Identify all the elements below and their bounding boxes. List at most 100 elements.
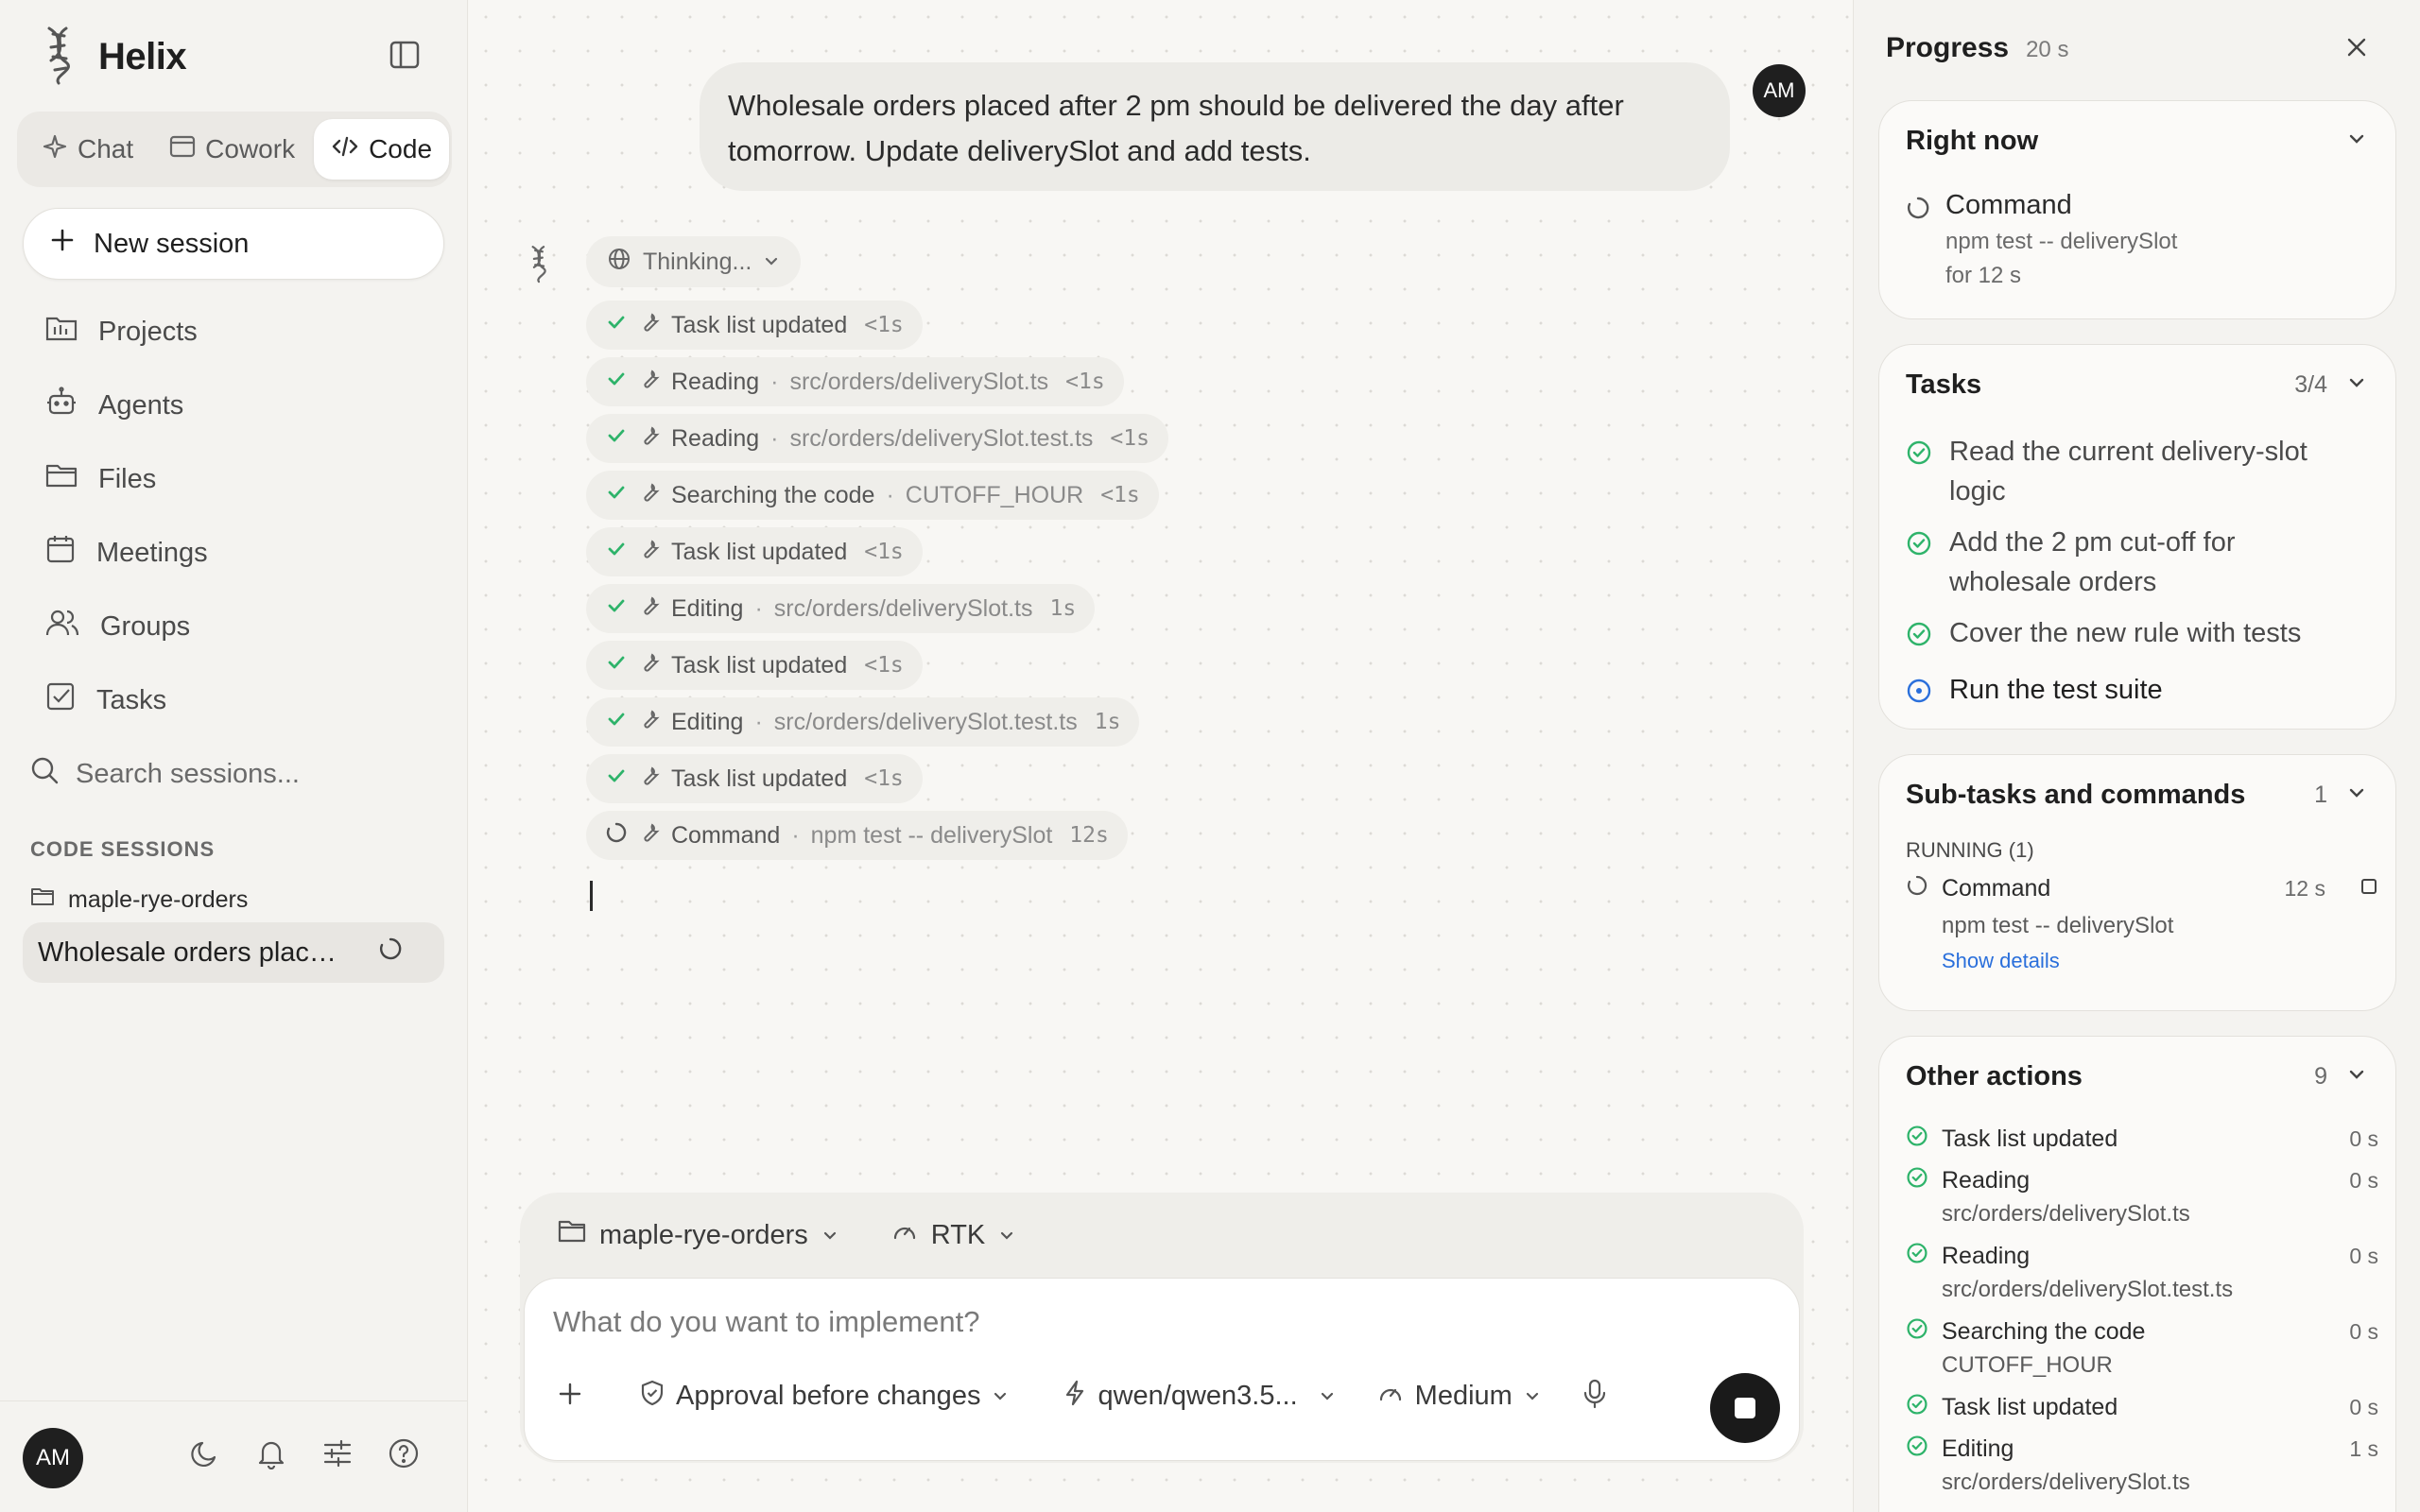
tab-label: Code bbox=[369, 134, 433, 163]
action-path: src/orders/deliverySlot.ts bbox=[1942, 1201, 2190, 1227]
wrench-icon bbox=[639, 312, 660, 339]
gauge-icon bbox=[1377, 1381, 1404, 1413]
stop-button[interactable] bbox=[1710, 1373, 1780, 1443]
stop-icon bbox=[1735, 1398, 1755, 1418]
current-activity-title: Command bbox=[1945, 190, 2072, 220]
card-title: Other actions bbox=[1906, 1061, 2083, 1091]
brand[interactable]: Helix bbox=[38, 25, 187, 90]
text-cursor bbox=[590, 881, 593, 911]
step-action: Editing bbox=[671, 708, 744, 735]
wrench-icon bbox=[639, 425, 660, 453]
action-duration: 0 s bbox=[2349, 1318, 2378, 1344]
wrench-icon bbox=[639, 369, 660, 396]
tool-step[interactable]: Editing · src/orders/deliverySlot.test.t… bbox=[586, 697, 1140, 747]
attach-plus-icon[interactable] bbox=[557, 1381, 583, 1412]
microphone-icon[interactable] bbox=[1582, 1379, 1607, 1414]
card-title: Sub-tasks and commands bbox=[1906, 780, 2246, 810]
tool-steps: Task list updated <1s Reading · src/orde… bbox=[586, 301, 1168, 868]
sidebar-item-files[interactable]: Files bbox=[23, 442, 444, 516]
step-duration: 1s bbox=[1049, 596, 1077, 621]
stop-square-icon[interactable] bbox=[2360, 875, 2378, 902]
mode-selector[interactable]: RTK bbox=[891, 1219, 1015, 1251]
step-duration: <1s bbox=[1110, 426, 1150, 451]
approval-selector[interactable]: Approval before changes bbox=[640, 1380, 1009, 1414]
show-details-link[interactable]: Show details bbox=[1942, 949, 2060, 973]
chevron-down-icon bbox=[2346, 1064, 2367, 1090]
prompt-input[interactable] bbox=[553, 1305, 1687, 1339]
current-command: npm test -- deliverySlot bbox=[1945, 229, 2178, 254]
bell-icon[interactable] bbox=[255, 1437, 287, 1474]
sidebar-item-agents[interactable]: Agents bbox=[23, 369, 444, 442]
sidebar-item-tasks[interactable]: Tasks bbox=[23, 663, 444, 737]
check-circle-icon bbox=[1906, 1166, 1928, 1195]
close-icon[interactable] bbox=[2345, 36, 2368, 63]
step-action: Searching the code bbox=[671, 481, 875, 508]
task-item: Read the current delivery-slot logic bbox=[1906, 432, 2360, 511]
sidebar-item-meetings[interactable]: Meetings bbox=[23, 516, 444, 590]
tab-label: Chat bbox=[78, 134, 134, 163]
session-item-active[interactable]: Wholesale orders placed after 2 pm shoul… bbox=[23, 922, 444, 983]
collapse-sidebar-button[interactable] bbox=[388, 38, 422, 72]
spinner-icon bbox=[1906, 196, 1930, 293]
app-name: Helix bbox=[98, 36, 187, 77]
tool-step[interactable]: Task list updated <1s bbox=[586, 527, 923, 576]
chevron-down-icon bbox=[1524, 1381, 1541, 1412]
search-sessions[interactable]: Search sessions... bbox=[30, 756, 300, 792]
chevron-down-icon bbox=[1319, 1381, 1336, 1412]
tool-step[interactable]: Task list updated <1s bbox=[586, 641, 923, 690]
new-session-button[interactable]: New session bbox=[23, 208, 444, 280]
sidebar-item-groups[interactable]: Groups bbox=[23, 590, 444, 663]
card-title: Tasks bbox=[1906, 369, 1982, 400]
sidebar-item-label: Files bbox=[98, 463, 157, 494]
action-label: Editing bbox=[1942, 1435, 2014, 1462]
sidebar-item-label: Tasks bbox=[96, 684, 167, 715]
globe-icon bbox=[607, 247, 631, 278]
model-selector[interactable]: qwen/qwen3.5... bbox=[1063, 1380, 1335, 1414]
help-icon[interactable] bbox=[388, 1437, 420, 1474]
tool-step-running[interactable]: Command · npm test -- deliverySlot 12s bbox=[586, 811, 1128, 860]
current-duration: for 12 s bbox=[1945, 263, 2022, 288]
chevron-down-icon bbox=[763, 249, 780, 276]
tab-code[interactable]: Code bbox=[314, 119, 450, 180]
step-path: CUTOFF_HOUR bbox=[905, 481, 1084, 508]
moon-icon[interactable] bbox=[189, 1437, 221, 1474]
tool-step[interactable]: Task list updated <1s bbox=[586, 754, 923, 803]
step-duration: <1s bbox=[864, 766, 904, 791]
separator-dot: · bbox=[754, 594, 763, 622]
step-duration: <1s bbox=[1065, 369, 1105, 394]
tool-step[interactable]: Reading · src/orders/deliverySlot.test.t… bbox=[586, 414, 1168, 463]
avatar[interactable]: AM bbox=[23, 1428, 83, 1488]
step-action: Editing bbox=[671, 594, 744, 622]
spinner-icon bbox=[378, 936, 403, 969]
tool-step[interactable]: Searching the code · CUTOFF_HOUR <1s bbox=[586, 471, 1159, 520]
sidebar-item-projects[interactable]: Projects bbox=[23, 295, 444, 369]
right-now-card: Right now Command npm test -- deliverySl… bbox=[1878, 100, 2396, 319]
agent-logo-icon bbox=[526, 240, 552, 292]
action-item: Editing 1 s src/orders/deliverySlot.ts bbox=[1906, 1432, 2378, 1500]
sliders-icon[interactable] bbox=[321, 1437, 354, 1474]
effort-selector[interactable]: Medium bbox=[1377, 1381, 1541, 1413]
step-action: Task list updated bbox=[671, 651, 848, 679]
check-circle-icon bbox=[1906, 1317, 1928, 1347]
project-folder[interactable]: maple-rye-orders bbox=[30, 886, 248, 914]
card-header[interactable]: Tasks 3/4 bbox=[1906, 369, 2367, 401]
card-header[interactable]: Other actions 9 bbox=[1906, 1061, 2367, 1092]
tab-cowork[interactable]: Cowork bbox=[152, 119, 312, 180]
tab-chat[interactable]: Chat bbox=[25, 119, 150, 180]
card-header[interactable]: Right now bbox=[1906, 126, 2367, 157]
card-header[interactable]: Sub-tasks and commands 1 bbox=[1906, 780, 2367, 811]
footer-actions bbox=[189, 1437, 420, 1474]
task-list: Read the current delivery-slot logic Add… bbox=[1906, 432, 2360, 727]
progress-panel: Progress 20 s Right now Command npm test… bbox=[1853, 0, 2420, 1512]
folder-icon bbox=[558, 1219, 586, 1251]
project-selector[interactable]: maple-rye-orders bbox=[558, 1219, 838, 1251]
thinking-toggle[interactable]: Thinking... bbox=[586, 236, 802, 287]
tasks-card: Tasks 3/4 Read the current delivery-slot… bbox=[1878, 344, 2396, 730]
tool-step[interactable]: Editing · src/orders/deliverySlot.ts 1s bbox=[586, 584, 1096, 633]
tool-step[interactable]: Reading · src/orders/deliverySlot.ts <1s bbox=[586, 357, 1124, 406]
search-placeholder: Search sessions... bbox=[76, 758, 300, 789]
robot-icon bbox=[45, 387, 78, 424]
tool-step[interactable]: Task list updated <1s bbox=[586, 301, 923, 350]
plus-icon bbox=[50, 228, 75, 260]
task-label: Read the current delivery-slot logic bbox=[1949, 437, 2308, 507]
